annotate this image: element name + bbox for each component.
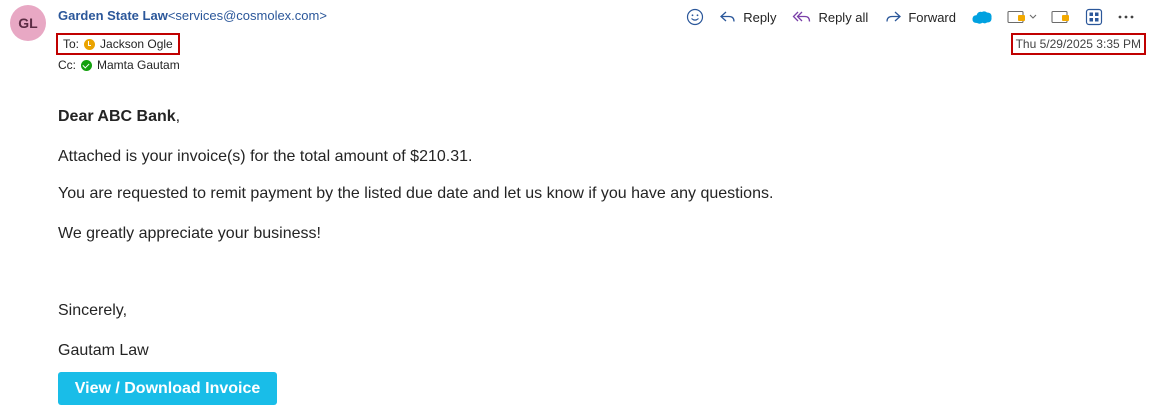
reply-button[interactable]: Reply	[711, 4, 784, 30]
view-download-invoice-button[interactable]: View / Download Invoice	[58, 372, 277, 405]
message-toolbar: Reply Reply all Forward	[679, 4, 1142, 30]
emoji-button[interactable]	[679, 4, 711, 30]
sender-line[interactable]: Garden State Law<services@cosmolex.com>	[58, 8, 327, 23]
sender-avatar[interactable]: GL	[10, 5, 46, 41]
cc-recipient-row: Cc: Mamta Gautam	[58, 58, 180, 72]
sender-name[interactable]: Garden State Law	[58, 8, 168, 23]
email-reading-pane: GL Garden State Law<services@cosmolex.co…	[0, 0, 1154, 412]
more-actions-button[interactable]	[1110, 4, 1142, 30]
cc-recipient-name[interactable]: Mamta Gautam	[97, 58, 180, 72]
message-timestamp: Thu 5/29/2025 3:35 PM	[1010, 33, 1146, 55]
forward-label: Forward	[908, 9, 956, 25]
greeting-punct: ,	[175, 108, 181, 125]
salesforce-button[interactable]	[964, 4, 1000, 30]
sender-email: <services@cosmolex.com>	[167, 8, 327, 23]
body-line-amount: Attached is your invoice(s) for the tota…	[58, 148, 473, 165]
addin-button[interactable]	[1044, 4, 1078, 30]
greeting-line: Dear ABC Bank,	[58, 108, 180, 126]
reply-all-icon	[793, 11, 811, 22]
timestamp-text: Thu 5/29/2025 3:35 PM	[1015, 37, 1141, 51]
reply-all-button[interactable]: Reply all	[784, 4, 876, 30]
reply-icon	[720, 11, 735, 22]
invoice-button-label: View / Download Invoice	[74, 379, 261, 397]
apps-dropdown-button[interactable]	[1000, 4, 1044, 30]
more-icon	[1118, 15, 1134, 19]
away-status-icon	[84, 38, 96, 50]
smiley-icon	[687, 8, 704, 26]
to-label: To:	[63, 37, 80, 51]
apps-button[interactable]	[1078, 4, 1110, 30]
to-recipient-name[interactable]: Jackson Ogle	[100, 37, 173, 51]
available-status-icon	[81, 59, 92, 71]
apps-dropdown-icon	[1007, 10, 1037, 24]
salesforce-icon	[972, 11, 992, 24]
reply-label: Reply	[743, 9, 777, 25]
signature-line: Gautam Law	[58, 342, 149, 359]
addin-icon	[1051, 10, 1069, 24]
cc-label: Cc:	[58, 58, 76, 72]
grid-apps-icon	[1085, 8, 1103, 26]
body-line-remit: You are requested to remit payment by th…	[58, 185, 774, 202]
forward-button[interactable]: Forward	[876, 4, 964, 30]
greeting-name: Dear ABC Bank	[58, 108, 176, 125]
avatar-initials: GL	[18, 15, 38, 31]
to-recipient-row: To: Jackson Ogle	[56, 33, 180, 55]
body-line-appreciation: We greatly appreciate your business!	[58, 225, 321, 242]
reply-all-label: Reply all	[818, 9, 869, 25]
forward-icon	[886, 11, 902, 22]
closing-line: Sincerely,	[58, 302, 128, 319]
